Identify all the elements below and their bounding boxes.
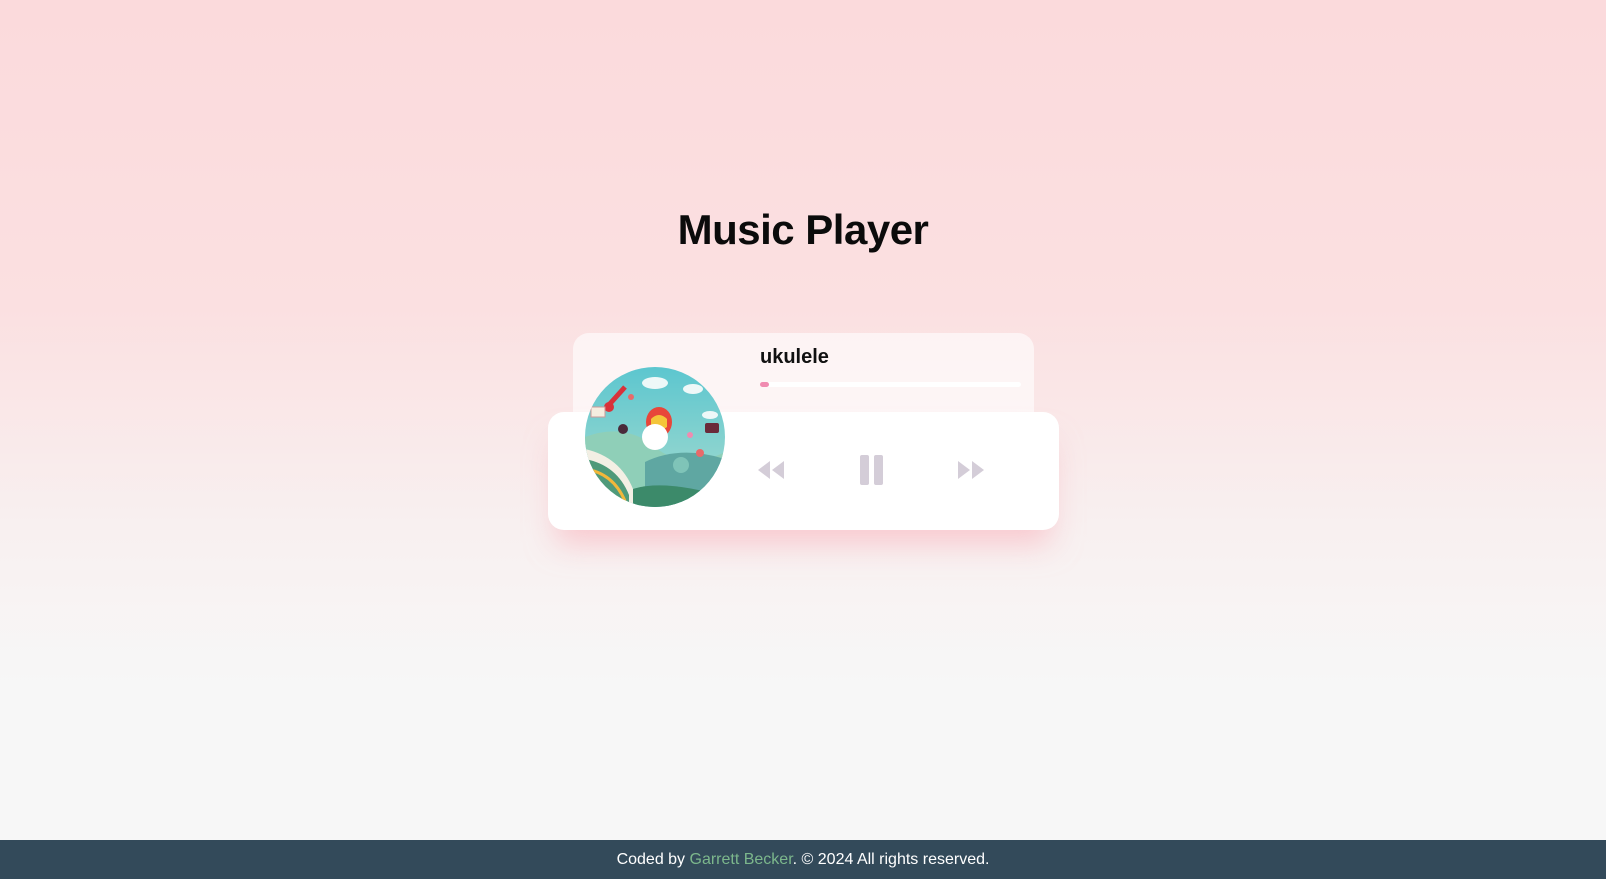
footer: Coded by Garrett Becker. © 2024 All righ…: [0, 840, 1606, 879]
footer-copyright: . © 2024 All rights reserved.: [792, 851, 990, 868]
rewind-icon: [758, 461, 784, 479]
next-button[interactable]: [953, 452, 989, 488]
footer-prefix: Coded by: [616, 851, 690, 868]
progress-fill: [760, 382, 769, 387]
author-link[interactable]: Garrett Becker: [690, 851, 793, 868]
track-title: ukulele: [760, 346, 829, 368]
progress-bar[interactable]: [760, 382, 1021, 387]
album-art-disc: [585, 367, 725, 507]
previous-button[interactable]: [753, 452, 789, 488]
fast-forward-icon: [958, 461, 984, 479]
page-title: Music Player: [677, 206, 929, 253]
pause-icon: [860, 455, 883, 485]
play-pause-button[interactable]: [854, 452, 890, 488]
